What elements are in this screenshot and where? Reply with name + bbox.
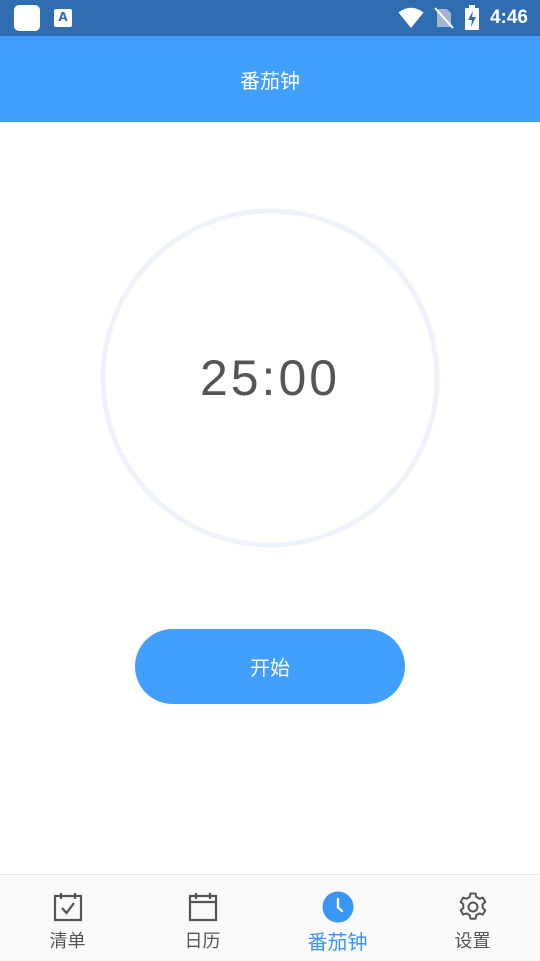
page-title: 番茄钟	[240, 68, 300, 93]
checklist-calendar-icon	[53, 893, 82, 922]
status-time: 4:46	[489, 7, 528, 28]
app-square-icon	[14, 5, 40, 31]
app-header: 番茄钟	[0, 36, 540, 122]
no-sim-icon	[434, 7, 454, 29]
nav-label-calendar: 日历	[184, 931, 221, 952]
calendar-icon	[188, 893, 217, 922]
nav-label-list: 清单	[49, 931, 86, 952]
nav-label-settings: 设置	[454, 931, 491, 952]
start-button-label: 开始	[250, 656, 290, 680]
nav-item-pomodoro[interactable]: 番茄钟	[270, 875, 405, 961]
keyboard-a-icon: A	[54, 9, 72, 27]
nav-item-list[interactable]: 清单	[0, 875, 135, 961]
status-right-icons: 4:46	[398, 4, 528, 32]
timer-display: 25:00	[199, 350, 341, 406]
nav-item-calendar[interactable]: 日历	[135, 875, 270, 961]
start-button[interactable]: 开始	[135, 629, 405, 704]
gear-icon	[459, 892, 486, 920]
clock-icon	[322, 891, 353, 923]
wifi-icon	[398, 7, 424, 28]
status-bar: A 4:46	[0, 0, 540, 36]
status-left-icons: A	[14, 5, 72, 31]
bottom-nav: 清单 日历 番茄钟 设置	[0, 874, 540, 961]
nav-label-pomodoro: 番茄钟	[307, 930, 368, 954]
battery-charging-icon	[464, 5, 479, 30]
nav-item-settings[interactable]: 设置	[405, 875, 540, 961]
